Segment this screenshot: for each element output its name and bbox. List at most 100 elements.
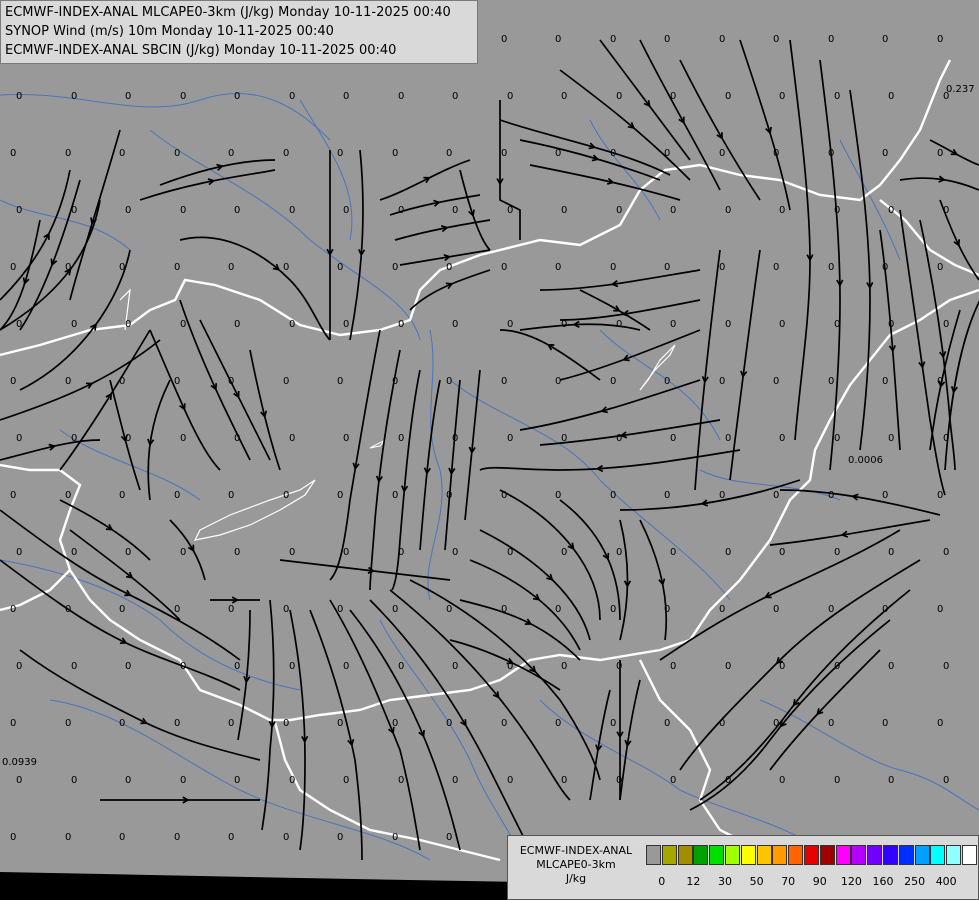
cape-value: 0 <box>937 604 943 615</box>
cape-value: 0 <box>392 262 398 273</box>
legend-tick-label: 12 <box>686 875 701 888</box>
legend-swatch <box>804 845 819 865</box>
cape-value: 0 <box>834 319 840 330</box>
legend-swatch <box>740 845 756 865</box>
cape-value: 0 <box>337 376 343 387</box>
cape-value: 0 <box>725 319 731 330</box>
cape-value: 0 <box>670 91 676 102</box>
cape-value: 0 <box>392 148 398 159</box>
cape-value: 0 <box>228 262 234 273</box>
cape-value: 0 <box>670 547 676 558</box>
cape-value: 0 <box>174 832 180 843</box>
cape-value: 0 <box>507 775 513 786</box>
legend-swatch <box>930 845 946 865</box>
cape-value: 0 <box>555 718 561 729</box>
cape-value: 0 <box>888 319 894 330</box>
cape-value: 0 <box>882 148 888 159</box>
cape-value: 0 <box>228 718 234 729</box>
cape-value: 0 <box>773 148 779 159</box>
cape-value: 0 <box>773 262 779 273</box>
cape-value: 0 <box>10 718 16 729</box>
legend-swatch <box>646 845 661 865</box>
cape-value: 0 <box>555 262 561 273</box>
cape-value: 0 <box>343 205 349 216</box>
cape-value: 0 <box>398 661 404 672</box>
cape-value: 0 <box>337 604 343 615</box>
cape-value: 0 <box>882 262 888 273</box>
cape-value: 0 <box>779 433 785 444</box>
cape-value: 0 <box>16 775 22 786</box>
cape-value: 0 <box>180 91 186 102</box>
cape-value: 0 <box>283 832 289 843</box>
cape-value: 0 <box>289 319 295 330</box>
cape-value: 0 <box>943 775 949 786</box>
legend-swatch <box>725 845 740 865</box>
annotation-value: 0.237 <box>946 84 975 95</box>
cape-value: 0 <box>943 547 949 558</box>
cape-value: 0 <box>16 433 22 444</box>
cape-value: 0 <box>289 91 295 102</box>
legend-model: ECMWF-INDEX-ANAL <box>519 844 633 857</box>
legend-swatch <box>756 845 772 865</box>
cape-value: 0 <box>71 661 77 672</box>
cape-value: 0 <box>125 91 131 102</box>
cape-value: 0 <box>452 775 458 786</box>
cape-value: 0 <box>71 205 77 216</box>
cape-value: 0 <box>834 775 840 786</box>
cape-value: 0 <box>180 661 186 672</box>
cape-value: 0 <box>446 832 452 843</box>
cape-value: 0 <box>398 91 404 102</box>
color-legend: ECMWF-INDEX-ANAL MLCAPE0-3km J/kg 0 12 30 5… <box>507 835 979 900</box>
weather-map: 0 0 0 0 0 0 0 0 0 0 0 0 0 0 0 0 0 0 0 0 0 0 0 0 0 0 0 0 0 0 0 0 0 0 0 0 0 0 0 0… <box>0 0 979 900</box>
cape-value: 0 <box>228 832 234 843</box>
cape-value: 0 <box>392 832 398 843</box>
cape-value: 0 <box>882 376 888 387</box>
cape-value: 0 <box>501 376 507 387</box>
cape-value: 0 <box>616 775 622 786</box>
cape-value: 0 <box>943 205 949 216</box>
cape-value: 0 <box>888 205 894 216</box>
cape-value: 0 <box>234 547 240 558</box>
cape-value: 0 <box>779 319 785 330</box>
cape-value: 0 <box>828 34 834 45</box>
cape-value: 0 <box>343 91 349 102</box>
cape-value: 0 <box>119 604 125 615</box>
cape-value: 0 <box>119 376 125 387</box>
cape-value: 0 <box>555 148 561 159</box>
cape-value: 0 <box>452 205 458 216</box>
legend-tick-label: 30 <box>718 875 732 888</box>
cape-value: 0 <box>16 661 22 672</box>
legend-swatch <box>788 845 804 865</box>
cape-value: 0 <box>228 148 234 159</box>
cape-value: 0 <box>664 376 670 387</box>
cape-value: 0 <box>670 661 676 672</box>
cape-value: 0 <box>773 604 779 615</box>
cape-value: 0 <box>834 91 840 102</box>
cape-value: 0 <box>616 319 622 330</box>
cape-value: 0 <box>65 490 71 501</box>
cape-value: 0 <box>337 262 343 273</box>
cape-value: 0 <box>719 490 725 501</box>
cape-value: 0 <box>180 205 186 216</box>
legend-swatch <box>898 845 914 865</box>
cape-value: 0 <box>610 148 616 159</box>
cape-value: 0 <box>337 148 343 159</box>
cape-value: 0 <box>452 91 458 102</box>
legend-swatch <box>835 845 851 865</box>
cape-value: 0 <box>561 661 567 672</box>
cape-value: 0 <box>670 775 676 786</box>
cape-value: 0 <box>561 205 567 216</box>
cape-value: 0 <box>937 148 943 159</box>
cape-value: 0 <box>71 775 77 786</box>
legend-swatch <box>867 845 883 865</box>
cape-value: 0 <box>507 319 513 330</box>
cape-value: 0 <box>664 718 670 729</box>
cape-value: 0 <box>398 205 404 216</box>
cape-value: 0 <box>664 262 670 273</box>
cape-value: 0 <box>888 91 894 102</box>
cape-value: 0 <box>119 718 125 729</box>
cape-value: 0 <box>446 262 452 273</box>
cape-value: 0 <box>882 604 888 615</box>
cape-value: 0 <box>670 205 676 216</box>
cape-value: 0 <box>289 547 295 558</box>
